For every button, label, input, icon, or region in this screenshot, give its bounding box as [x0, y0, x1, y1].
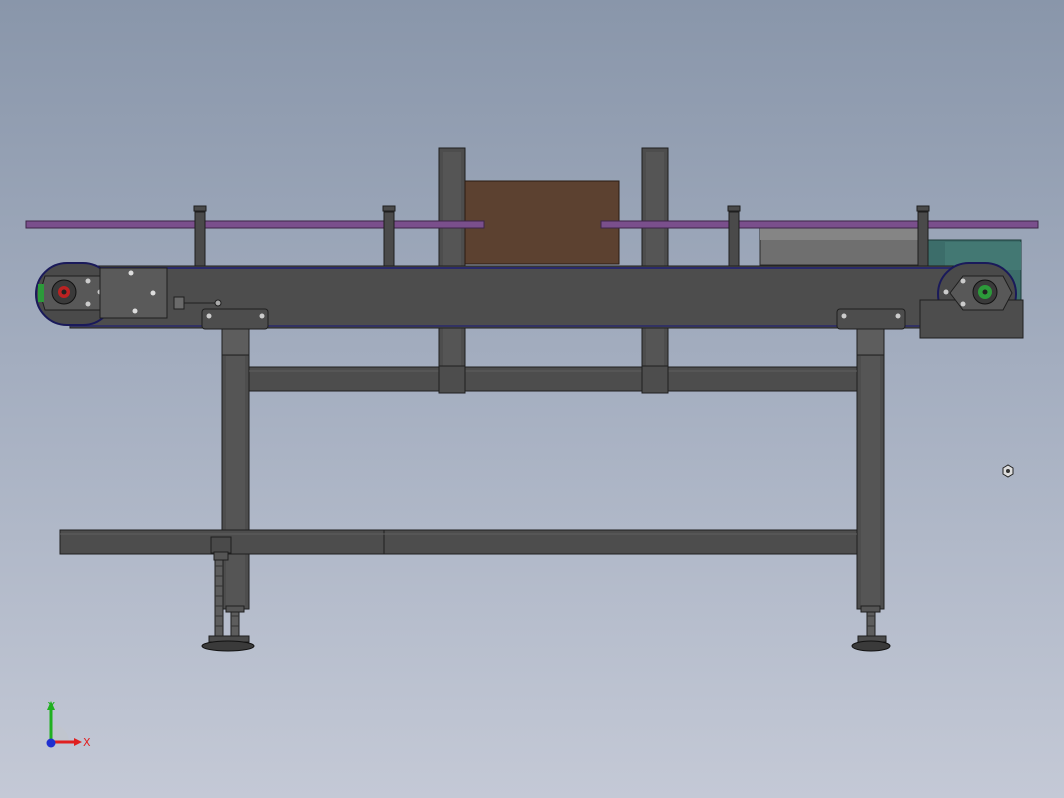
- product-box: [464, 180, 620, 265]
- guide-rail-right: [600, 220, 1039, 229]
- hex-nut-icon[interactable]: [1002, 464, 1014, 478]
- triad-plane-icon: [51, 724, 69, 742]
- x-axis-arrow-icon: [74, 738, 82, 746]
- leg-left-plug: [225, 605, 245, 613]
- motor-body-highlight: [760, 228, 922, 240]
- center-post-left-lower: [438, 365, 466, 394]
- bolt-icon: [841, 313, 847, 319]
- guide-rail-left: [25, 220, 485, 229]
- leg-right-cap: [856, 328, 885, 356]
- y-axis-label: Y: [47, 700, 55, 713]
- leveling-foot-left-a: [214, 559, 224, 639]
- z-axis-dot-icon: [46, 738, 56, 748]
- cad-viewport[interactable]: [0, 0, 1064, 798]
- leveling-foot-right: [866, 609, 876, 639]
- leg-mount-plate-right: [836, 308, 906, 330]
- bolt-icon: [128, 270, 134, 276]
- bolt-icon: [206, 313, 212, 319]
- orientation-triad[interactable]: Y X: [34, 696, 104, 760]
- leg-right-face: [861, 356, 880, 606]
- leg-right-plug: [860, 605, 881, 613]
- x-axis-label: X: [83, 736, 91, 749]
- leg-left-face: [226, 356, 245, 606]
- clamp-block: [210, 536, 232, 554]
- foot-pad-right: [851, 640, 891, 652]
- foot-pad-left: [201, 640, 255, 652]
- bolt-icon: [150, 290, 156, 296]
- bolt-icon: [132, 308, 138, 314]
- leveling-foot-left-b: [230, 609, 240, 639]
- bolt-icon: [895, 313, 901, 319]
- leg-mount-plate-left: [201, 308, 269, 330]
- leg-left-cap: [221, 328, 250, 356]
- center-post-right-lower: [641, 365, 669, 394]
- bolt-icon: [259, 313, 265, 319]
- clamp-nut: [213, 551, 229, 561]
